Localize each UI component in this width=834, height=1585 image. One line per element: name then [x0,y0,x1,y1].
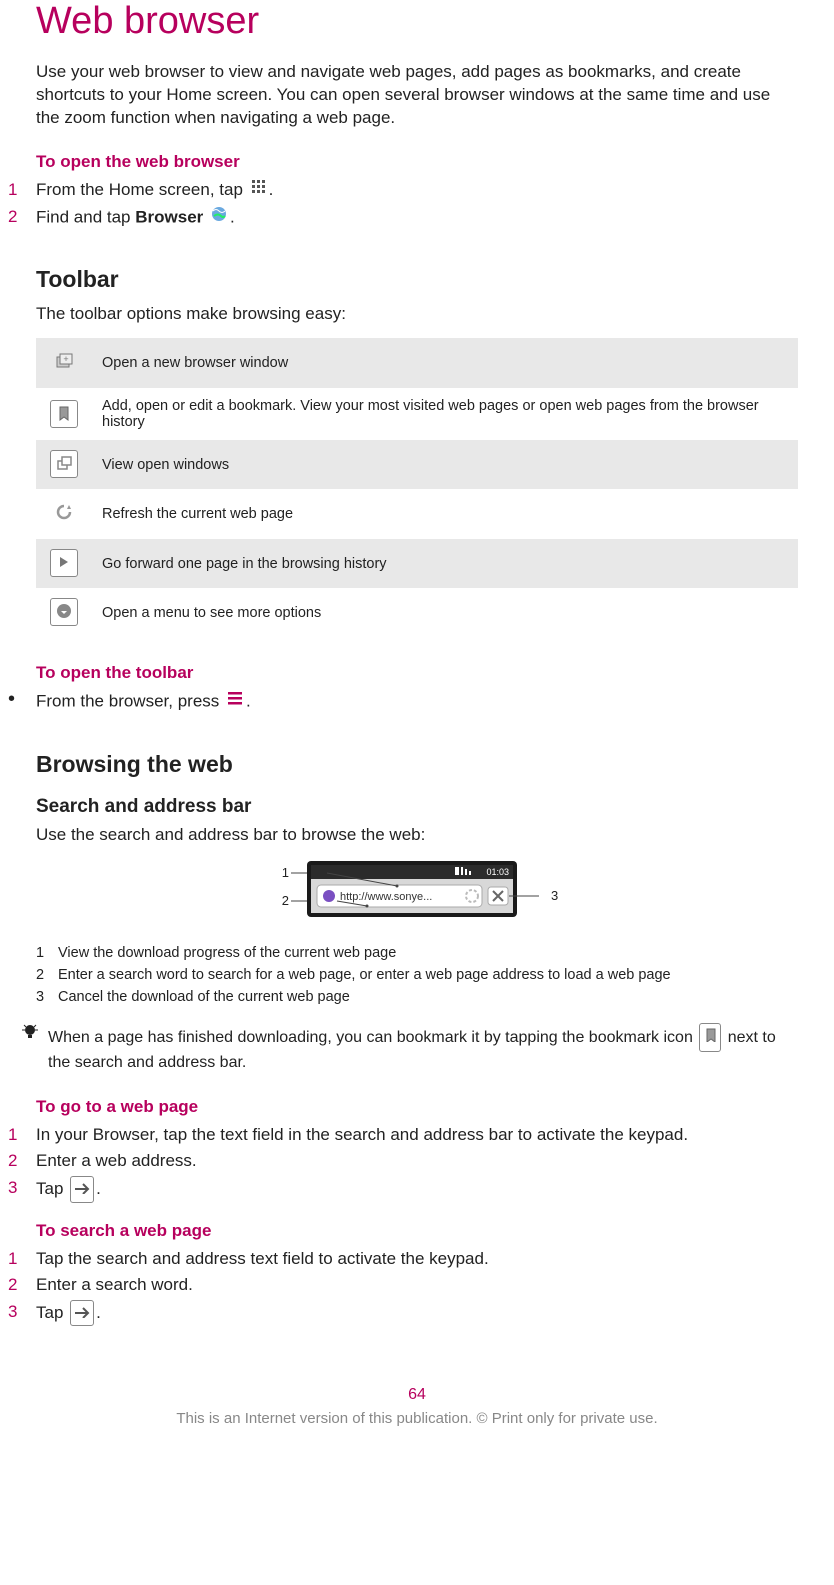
page-number: 64 [36,1386,798,1404]
search-bar-lead: Use the search and address bar to browse… [36,824,798,847]
search-step-3: 3 Tap . [36,1300,798,1327]
tip-text-pre: When a page has finished downloading, yo… [48,1029,697,1046]
open-toolbar-step: • From the browser, press . [36,689,798,715]
step-text: Tap [36,1303,68,1322]
heading-browsing: Browsing the web [36,751,798,778]
legend-text: View the download progress of the curren… [58,945,396,961]
goto-step-1: 1 In your Browser, tap the text field in… [36,1123,798,1148]
arrow-right-icon [70,1300,94,1327]
heading-search-bar: Search and address bar [36,796,798,818]
table-row: Open a menu to see more options [36,588,798,637]
heading-goto: To go to a web page [36,1097,798,1117]
legend-num: 1 [36,945,58,961]
step-text: Find and tap [36,207,135,226]
step-text-post: . [230,207,235,226]
search-step-2: 2 Enter a search word. [36,1273,798,1298]
step-number: 3 [8,1176,36,1201]
table-cell-text: Go forward one page in the browsing hist… [94,539,798,588]
step-number: 2 [8,1273,36,1298]
table-row: View open windows [36,440,798,489]
bookmark-icon [699,1023,721,1052]
refresh-icon [51,499,77,525]
heading-open-toolbar: To open the toolbar [36,663,798,683]
address-bar-figure: 1 2 01:03 http://www.sonye... [36,859,798,923]
table-row: Add, open or edit a bookmark. View your … [36,388,798,440]
step-text: In your Browser, tap the text field in t… [36,1123,798,1148]
figure-label-1: 1 [282,865,289,880]
table-cell-text: Refresh the current web page [94,489,798,539]
globe-icon [210,205,228,231]
step-number: 2 [8,1149,36,1174]
table-cell-text: View open windows [94,440,798,489]
open-browser-step-2: 2 Find and tap Browser . [36,205,798,231]
bookmark-icon [50,400,78,428]
legend-num: 3 [36,989,58,1005]
step-text-post: . [246,692,251,711]
step-text: From the browser, press [36,692,224,711]
intro-text: Use your web browser to view and navigat… [36,61,798,130]
legend-num: 2 [36,967,58,983]
step-number: 1 [8,178,36,203]
step-text: Enter a search word. [36,1273,798,1298]
step-bold: Browser [135,207,203,226]
step-number: 3 [8,1300,36,1325]
open-browser-step-1: 1 From the Home screen, tap . [36,178,798,203]
more-icon [50,598,78,626]
forward-icon [50,549,78,577]
step-text: Tap [36,1179,68,1198]
arrow-right-icon [70,1176,94,1203]
step-text-post: . [96,1303,101,1322]
legend-row-2: 2 Enter a search word to search for a we… [36,967,798,983]
table-cell-text: Add, open or edit a bookmark. View your … [94,388,798,440]
page-title: Web browser [36,0,798,43]
goto-step-3: 3 Tap . [36,1176,798,1203]
table-row: Go forward one page in the browsing hist… [36,539,798,588]
step-text: Enter a web address. [36,1149,798,1174]
step-text: Tap the search and address text field to… [36,1247,798,1272]
heading-search: To search a web page [36,1221,798,1241]
windows-icon [50,450,78,478]
tip-block: When a page has finished downloading, yo… [12,1023,798,1075]
step-text-post: . [269,180,274,199]
menu-icon [226,689,244,715]
figure-label-2: 2 [282,893,289,908]
toolbar-table: Open a new browser window Add, open or e… [36,338,798,637]
toolbar-lead: The toolbar options make browsing easy: [36,303,798,326]
step-number: 2 [8,205,36,230]
heading-toolbar: Toolbar [36,266,798,293]
step-mid [203,207,208,226]
new-window-icon [51,348,77,374]
legend-text: Cancel the download of the current web p… [58,989,350,1005]
step-text-post: . [96,1179,101,1198]
legend-row-3: 3 Cancel the download of the current web… [36,989,798,1005]
figure-label-3: 3 [551,888,558,903]
step-number: 1 [8,1247,36,1272]
heading-open-browser: To open the web browser [36,152,798,172]
legend-text: Enter a search word to search for a web … [58,967,671,983]
legend-row-1: 1 View the download progress of the curr… [36,945,798,961]
search-step-1: 1 Tap the search and address text field … [36,1247,798,1272]
tip-icon [21,1028,39,1045]
figure-status-time: 01:03 [486,867,509,877]
bullet: • [8,689,36,709]
goto-step-2: 2 Enter a web address. [36,1149,798,1174]
grid-icon [250,178,267,203]
figure-url: http://www.sonye... [340,891,432,903]
step-text: From the Home screen, tap [36,180,248,199]
footer-text: This is an Internet version of this publ… [36,1410,798,1427]
table-row: Open a new browser window [36,338,798,388]
table-cell-text: Open a new browser window [94,338,798,388]
step-number: 1 [8,1123,36,1148]
table-row: Refresh the current web page [36,489,798,539]
table-cell-text: Open a menu to see more options [94,588,798,637]
